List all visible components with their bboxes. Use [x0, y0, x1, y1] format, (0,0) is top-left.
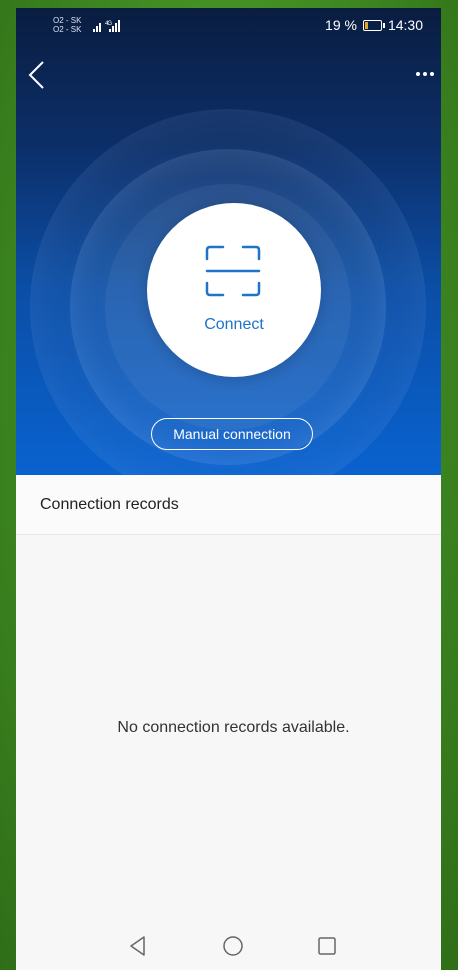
- hero-panel: O2 - SK O2 - SK 4G 19 % 14:30 Connect Ma…: [16, 8, 441, 475]
- circle-home-icon: [223, 936, 243, 956]
- more-dots-icon: [416, 72, 434, 76]
- nav-recents-button[interactable]: [315, 934, 339, 958]
- triangle-back-icon: [130, 936, 145, 956]
- records-title: Connection records: [40, 496, 179, 513]
- scan-frame-icon: [205, 245, 261, 297]
- square-recents-icon: [318, 937, 336, 955]
- connection-records-header: Connection records: [16, 475, 441, 535]
- nav-back-button[interactable]: [126, 934, 150, 958]
- status-right: 19 % 14:30: [325, 17, 423, 33]
- battery-tip: [382, 22, 385, 28]
- back-button[interactable]: [25, 60, 49, 90]
- carrier-2: O2 - SK: [53, 25, 82, 34]
- connect-button[interactable]: Connect: [147, 203, 321, 377]
- battery-fill: [364, 21, 368, 29]
- clock: 14:30: [387, 17, 423, 33]
- chevron-left-icon: [28, 61, 44, 89]
- status-bar: O2 - SK O2 - SK 4G 19 % 14:30: [16, 8, 441, 42]
- empty-records-message: No connection records available.: [117, 719, 350, 736]
- nav-home-button[interactable]: [221, 934, 245, 958]
- battery-percent: 19 %: [325, 17, 357, 33]
- connect-label: Connect: [204, 316, 264, 333]
- manual-connection-button[interactable]: Manual connection: [151, 418, 313, 450]
- more-options-button[interactable]: [413, 64, 437, 84]
- carrier-1: O2 - SK: [53, 16, 82, 25]
- carrier-labels: O2 - SK O2 - SK: [53, 16, 81, 34]
- network-type: 4G: [105, 21, 112, 27]
- phone-screen: O2 - SK O2 - SK 4G 19 % 14:30 Connect Ma…: [16, 8, 441, 970]
- system-nav-bar: [16, 920, 441, 970]
- signal-icon: 4G: [93, 19, 145, 35]
- battery-icon: [362, 19, 385, 31]
